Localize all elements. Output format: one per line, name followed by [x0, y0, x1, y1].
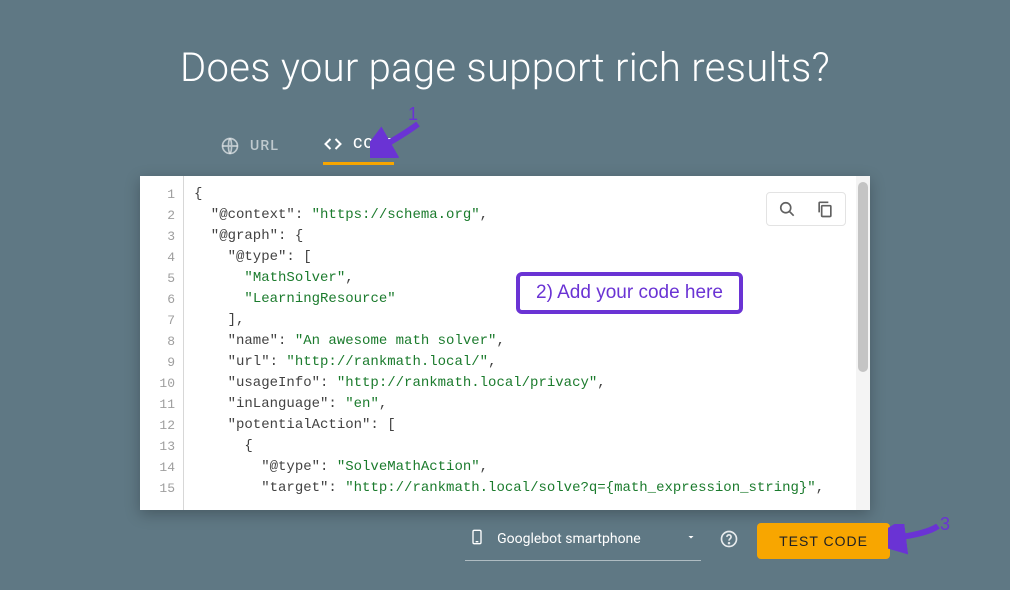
crawler-label: Googlebot smartphone	[497, 531, 641, 547]
crawler-select[interactable]: Googlebot smartphone	[465, 520, 701, 561]
scroll-thumb[interactable]	[858, 182, 868, 372]
copy-icon[interactable]	[815, 199, 835, 219]
tab-url-label: URL	[250, 138, 279, 154]
annotation-arrow-1	[370, 118, 430, 158]
globe-icon	[220, 136, 240, 156]
smartphone-icon	[469, 526, 485, 552]
caret-down-icon	[685, 531, 697, 547]
code-text-area[interactable]: { "@context": "https://schema.org", "@gr…	[184, 176, 856, 510]
code-editor[interactable]: 123456789101112131415 { "@context": "htt…	[140, 176, 870, 510]
annotation-arrow-3	[888, 524, 948, 560]
tabs-row: URL CODE	[220, 127, 1010, 165]
editor-toolbar	[766, 192, 846, 226]
code-angle-icon	[323, 134, 343, 154]
help-icon[interactable]	[719, 529, 739, 553]
editor-scrollbar[interactable]	[856, 176, 870, 510]
search-icon[interactable]	[777, 199, 797, 219]
test-code-button[interactable]: TEST CODE	[757, 523, 890, 559]
annotation-callout-2: 2) Add your code here	[516, 272, 743, 314]
tab-url[interactable]: URL	[220, 127, 279, 165]
line-number-gutter: 123456789101112131415	[140, 176, 184, 510]
bottom-bar: Googlebot smartphone TEST CODE	[0, 520, 1010, 561]
page-title: Does your page support rich results?	[0, 0, 1010, 91]
